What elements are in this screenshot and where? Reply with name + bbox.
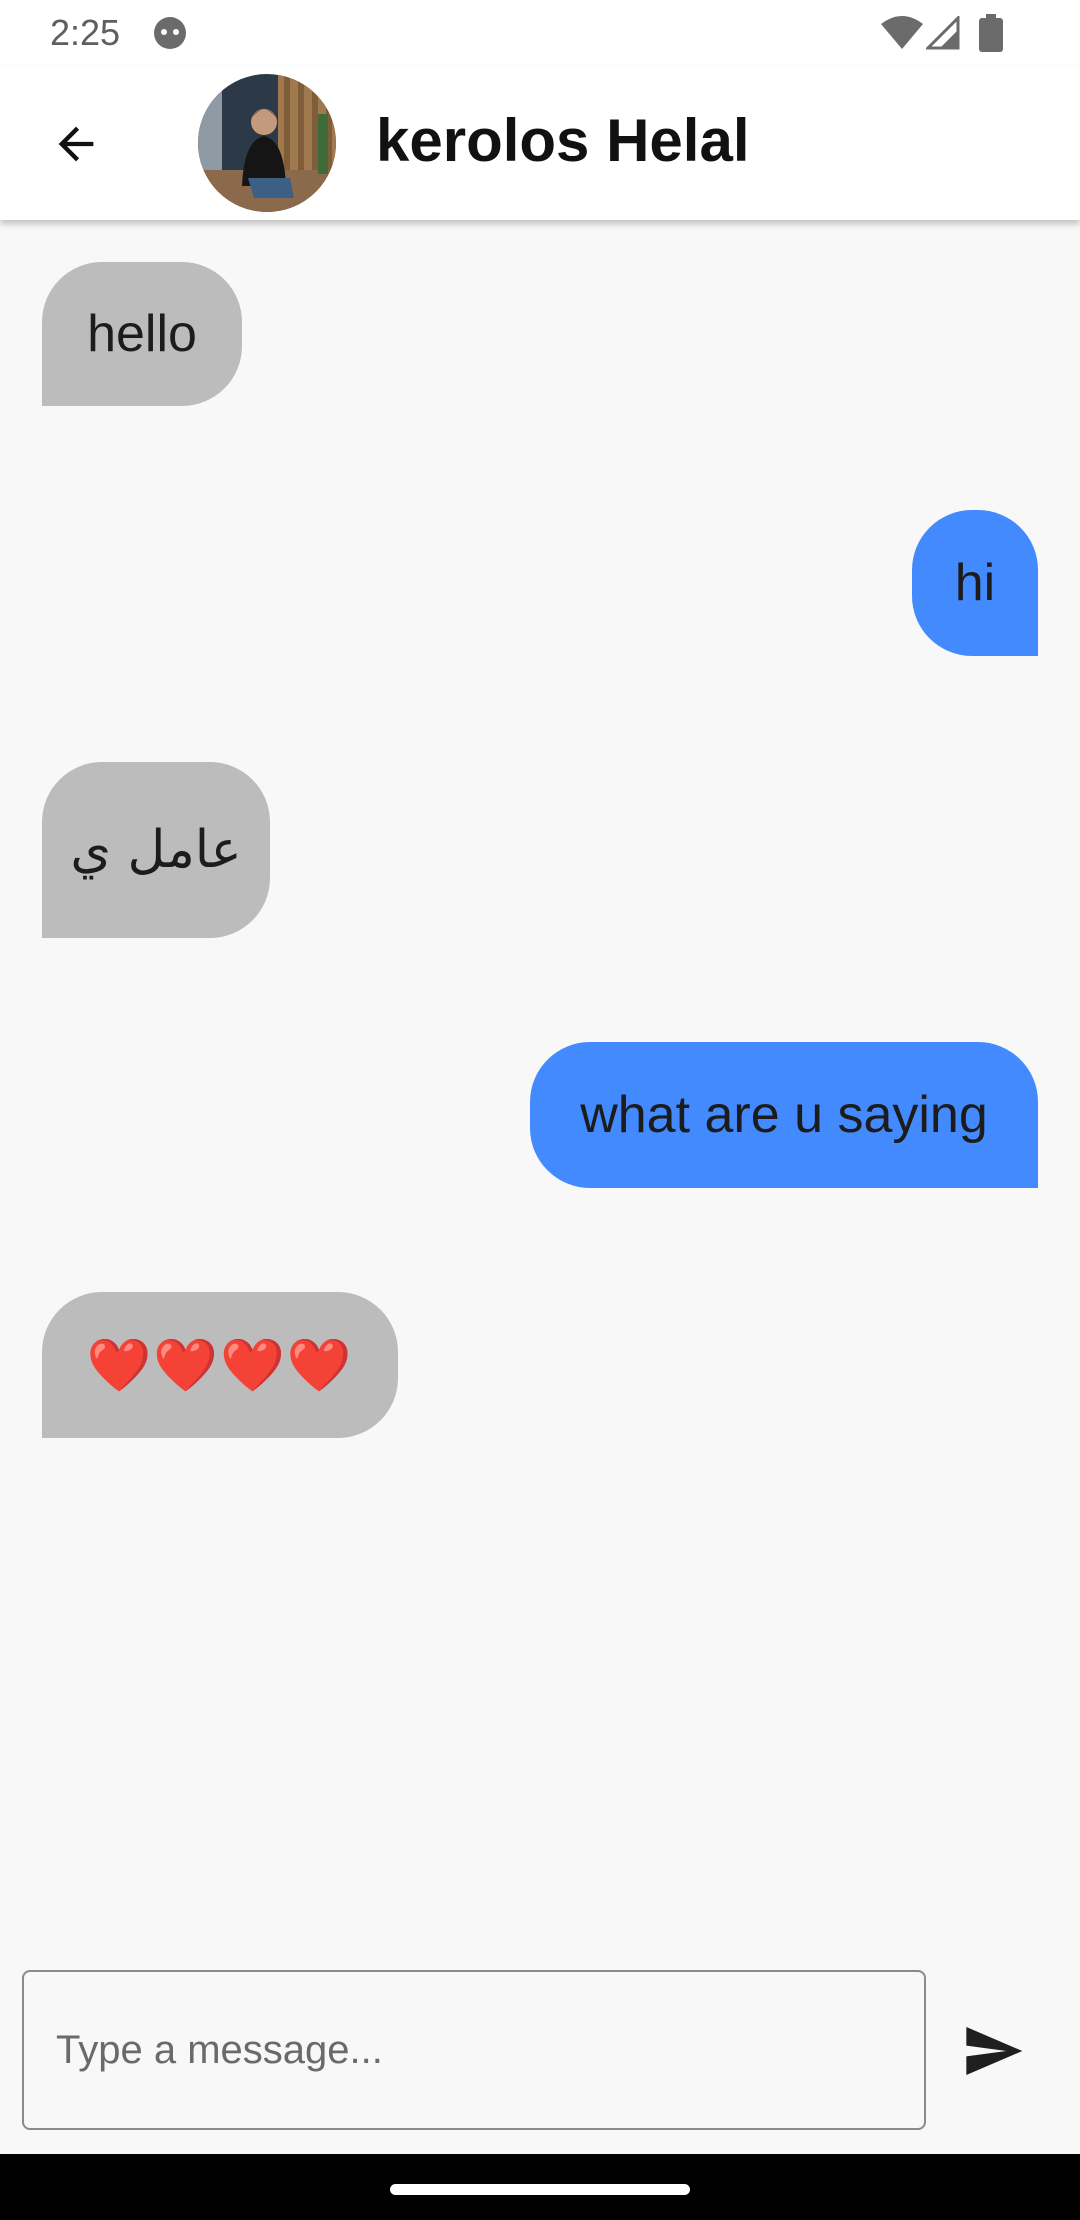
battery-icon xyxy=(979,14,1003,52)
send-icon xyxy=(966,2027,1023,2075)
message-text: hello xyxy=(87,305,197,363)
message-input[interactable]: Type a message... xyxy=(22,1970,926,2130)
message-bubble-outgoing[interactable]: what are u saying xyxy=(530,1042,1038,1188)
message-bubble-incoming[interactable]: ❤️❤️❤️❤️ xyxy=(42,1292,398,1438)
avatar[interactable] xyxy=(198,74,336,212)
message-text: عامل ي xyxy=(70,820,242,880)
contact-photo xyxy=(198,74,336,212)
back-button[interactable] xyxy=(40,108,112,180)
android-face-icon xyxy=(154,17,186,49)
cellular-signal-icon xyxy=(926,16,960,50)
message-text: hi xyxy=(954,554,996,612)
arrow-back-icon xyxy=(58,126,94,162)
message-text: what are u saying xyxy=(580,1086,988,1144)
message-bubble-incoming[interactable]: عامل ي xyxy=(42,762,270,938)
status-time: 2:25 xyxy=(50,12,121,53)
app-bar: kerolos Helal xyxy=(0,66,1080,220)
wifi-icon xyxy=(881,16,923,49)
message-input-placeholder: Type a message... xyxy=(56,2027,383,2072)
send-button[interactable] xyxy=(952,2010,1034,2092)
message-bubble-incoming[interactable]: hello xyxy=(42,262,242,406)
message-text: ❤️❤️❤️❤️ xyxy=(86,1336,354,1395)
system-nav-bar xyxy=(0,2154,1080,2220)
contact-name: kerolos Helal xyxy=(376,107,750,174)
home-gesture-handle[interactable] xyxy=(390,2184,690,2195)
status-bar: 2:25 xyxy=(0,0,1080,66)
message-bubble-outgoing[interactable]: hi xyxy=(912,510,1038,656)
chat-screen: 2:25 kerolos Helal hello hi عامل ي what … xyxy=(0,0,1080,2220)
message-list[interactable]: hello hi عامل ي what are u saying ❤️❤️❤️… xyxy=(0,220,1080,1950)
